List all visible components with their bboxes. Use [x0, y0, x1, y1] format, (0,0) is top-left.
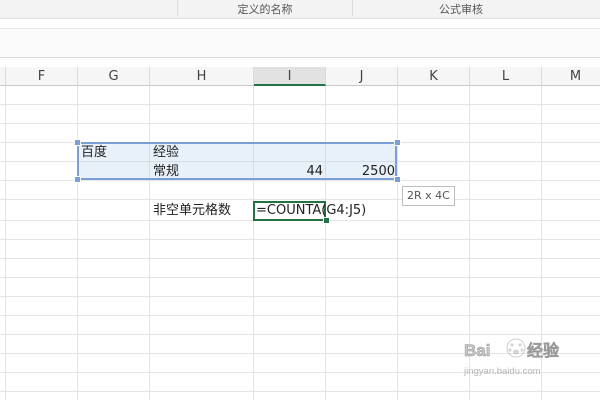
selection-handle[interactable]	[74, 139, 81, 146]
watermark-jingyan: 经验	[527, 341, 560, 360]
selection-handle[interactable]	[394, 139, 401, 146]
column-header-l[interactable]: L	[470, 67, 542, 86]
selection-handle[interactable]	[74, 176, 81, 183]
column-header-k[interactable]: K	[398, 67, 470, 86]
column-header-f[interactable]: F	[6, 67, 78, 86]
ribbon-group-defined-names: 定义的名称	[237, 3, 293, 16]
cell-j5[interactable]: 2500	[326, 163, 395, 181]
cell-h7[interactable]: 非空单元格数	[153, 202, 231, 220]
cell-g4[interactable]: 百度	[81, 144, 107, 162]
selection-handle[interactable]	[394, 176, 401, 183]
cell-i5[interactable]: 44	[254, 163, 323, 181]
cell-h4[interactable]: 经验	[153, 144, 179, 162]
column-header-j[interactable]: J	[326, 67, 398, 86]
baidu-jingyan-watermark: Bai 经验 jingyan.baidu.com	[463, 338, 560, 377]
ribbon-strip: 定义的名称 公式审核	[0, 0, 600, 19]
column-header-i[interactable]: I	[254, 67, 326, 86]
watermark-bai: Bai	[464, 341, 490, 360]
column-header-m[interactable]: M	[542, 67, 600, 86]
range-size-tooltip: 2R x 4C	[402, 186, 455, 206]
fill-handle[interactable]	[323, 217, 330, 224]
column-header-g[interactable]: G	[78, 67, 150, 86]
ribbon-group-formula-audit: 公式审核	[439, 3, 483, 16]
cell-h5[interactable]: 常规	[153, 163, 179, 181]
formula-bar[interactable]	[0, 28, 600, 58]
watermark-url: jingyan.baidu.com	[463, 366, 541, 377]
column-header-h[interactable]: H	[150, 67, 254, 86]
formula-input[interactable]: =COUNTA(G4:J5)	[256, 202, 366, 220]
